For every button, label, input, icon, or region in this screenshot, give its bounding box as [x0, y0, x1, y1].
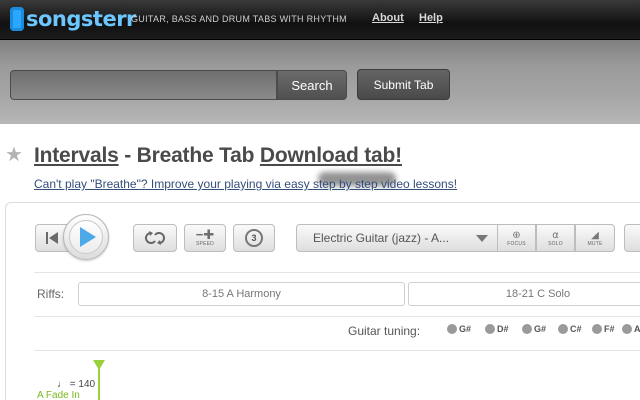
- riff-button[interactable]: 8-15 A Harmony: [78, 282, 405, 306]
- submit-tab-button[interactable]: Submit Tab: [357, 69, 450, 100]
- riff-button[interactable]: 18-21 C Solo: [408, 282, 640, 306]
- tuning-note: F#: [592, 324, 615, 334]
- speed-button[interactable]: −✚ SPEED: [184, 224, 226, 252]
- note-dot-icon: [592, 324, 602, 334]
- songsterr-logo[interactable]: songsterr: [10, 5, 136, 33]
- tempo-marking: ♩ = 140: [57, 379, 96, 390]
- note-name: A: [634, 324, 640, 334]
- note-dot-icon: [447, 324, 457, 334]
- mute-button[interactable]: ◢ MUTE: [575, 224, 615, 252]
- tuning-note: A: [622, 324, 640, 334]
- instrument-name: Electric Guitar (jazz) - A...: [313, 231, 450, 245]
- note-dot-icon: [522, 324, 532, 334]
- loop-button[interactable]: [133, 224, 177, 252]
- search-button[interactable]: Search: [277, 70, 347, 100]
- mute-label: MUTE: [587, 240, 603, 247]
- tuning-note: D#: [485, 324, 509, 334]
- headphones-icon: ⍺: [552, 229, 559, 241]
- speed-label: SPEED: [196, 241, 214, 247]
- note-name: G#: [534, 324, 547, 334]
- crosshair-icon: ⊕: [512, 229, 521, 241]
- instrument-select[interactable]: Electric Guitar (jazz) - A...: [296, 224, 498, 252]
- divider: [34, 316, 640, 317]
- about-link[interactable]: About: [372, 12, 404, 24]
- help-link[interactable]: Help: [419, 12, 443, 24]
- tuning-note: C#: [558, 324, 582, 334]
- play-icon: [80, 227, 96, 247]
- video-lessons-link[interactable]: Can't play "Breathe"? Improve your playi…: [34, 177, 457, 191]
- note-dot-icon: [558, 324, 568, 334]
- focus-label: FOCUS: [507, 240, 526, 247]
- cursor-marker-icon[interactable]: [93, 360, 105, 370]
- tagline: GUITAR, BASS AND DRUM TABS WITH RHYTHM: [131, 14, 347, 24]
- note-name: F#: [604, 324, 615, 334]
- divider: [34, 350, 640, 351]
- riffs-label: Riffs:: [37, 287, 65, 301]
- play-ring: [69, 220, 103, 254]
- chevron-down-icon: [476, 235, 488, 242]
- speed-icon: −✚: [195, 227, 215, 242]
- loop-icon: [145, 231, 165, 245]
- rewind-icon: [46, 232, 58, 244]
- search-input[interactable]: [10, 70, 277, 100]
- note-name: D#: [497, 324, 509, 334]
- note-dot-icon: [485, 324, 495, 334]
- note-name: C#: [570, 324, 582, 334]
- play-button[interactable]: [63, 214, 109, 260]
- tuning-note: G#: [522, 324, 546, 334]
- speaker-mute-icon: ◢: [591, 229, 599, 241]
- more-controls-button[interactable]: [624, 224, 640, 252]
- title-separator: -: [118, 144, 137, 167]
- download-tab-link[interactable]: Download tab!: [260, 144, 402, 167]
- solo-button[interactable]: ⍺ SOLO: [536, 224, 575, 252]
- divider: [34, 272, 640, 273]
- count-in-button[interactable]: 3: [233, 224, 275, 252]
- tuning-label: Guitar tuning:: [348, 324, 421, 338]
- note-dot-icon: [622, 324, 632, 334]
- section-label: A Fade In: [37, 390, 80, 400]
- song-tab-title: Breathe Tab: [136, 144, 255, 167]
- focus-button[interactable]: ⊕ FOCUS: [497, 224, 536, 252]
- logo-icon: [10, 7, 24, 31]
- page-title: Intervals - Breathe Tab Download tab!: [34, 144, 402, 168]
- artist-link[interactable]: Intervals: [34, 144, 119, 167]
- tuning-note: G#: [447, 324, 471, 334]
- favorite-star-icon[interactable]: ★: [5, 145, 23, 165]
- count-in-icon: 3: [245, 229, 263, 247]
- logo-text: songsterr: [26, 7, 136, 31]
- search-band: Search Submit Tab: [0, 40, 640, 124]
- note-name: G#: [459, 324, 472, 334]
- top-bar: songsterr GUITAR, BASS AND DRUM TABS WIT…: [0, 0, 640, 40]
- solo-label: SOLO: [548, 240, 563, 247]
